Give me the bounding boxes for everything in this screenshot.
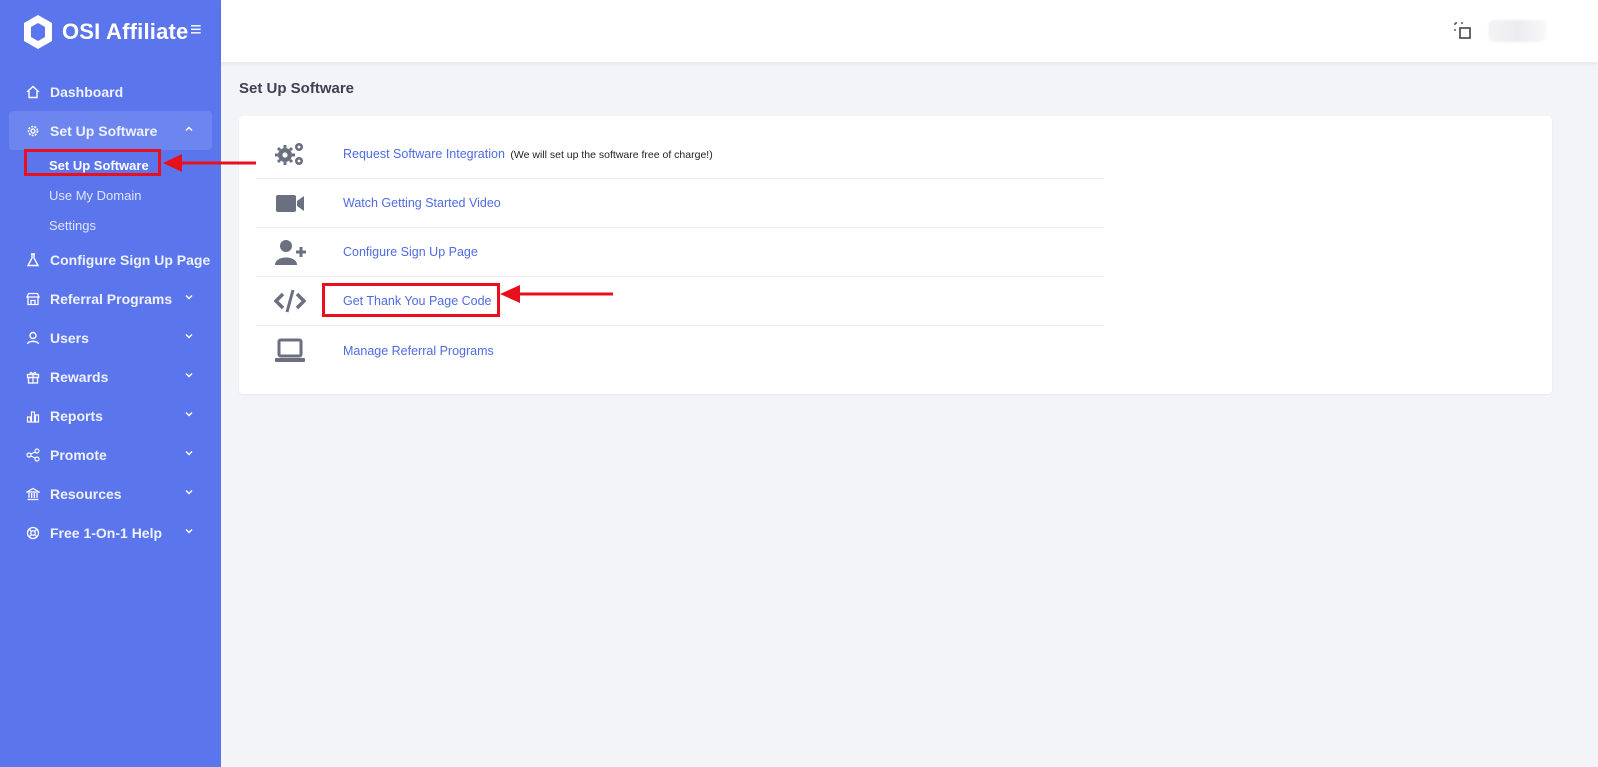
chevron-up-icon (185, 126, 193, 131)
fullscreen-icon[interactable] (1454, 22, 1472, 40)
home-icon (25, 84, 41, 100)
lifebuoy-icon (25, 525, 41, 541)
sidebar-item-resources[interactable]: Resources (0, 474, 221, 513)
setup-card: Request Software Integration (We will se… (239, 116, 1552, 394)
gears-icon (273, 139, 307, 169)
sidebar-item-label: Reports (50, 407, 103, 424)
sidebar-item-label: Set Up Software (50, 122, 158, 139)
sidebar-item-label: Configure Sign Up Page (50, 251, 211, 268)
annotation-arrow-icon (163, 154, 256, 172)
gift-icon (25, 369, 41, 385)
sidebar-item-dashboard[interactable]: Dashboard (0, 72, 221, 111)
configure-signup-link[interactable]: Configure Sign Up Page (343, 245, 478, 259)
chevron-down-icon (185, 373, 193, 378)
laptop-icon (273, 336, 307, 366)
brand-name: OSI Affiliate (62, 19, 189, 44)
manage-programs-link[interactable]: Manage Referral Programs (343, 344, 494, 358)
flask-icon (25, 252, 41, 268)
code-icon (273, 286, 307, 316)
sidebar-item-label: Promote (50, 446, 107, 463)
sidebar-item-configure-signup[interactable]: Configure Sign Up Page (0, 240, 221, 279)
list-item: Configure Sign Up Page (256, 228, 1104, 277)
list-item: Watch Getting Started Video (256, 179, 1104, 228)
video-camera-icon (273, 188, 307, 218)
sidebar-item-promote[interactable]: Promote (0, 435, 221, 474)
sidebar: OSI Affiliate ≡ Dashboard Set Up Softwar… (0, 0, 221, 767)
page-title: Set Up Software (239, 80, 355, 97)
store-icon (25, 291, 41, 307)
list-item: Request Software Integration (We will se… (256, 130, 1104, 179)
list-item: Manage Referral Programs (256, 326, 1104, 375)
annotation-highlight-box (322, 283, 500, 317)
chevron-down-icon (185, 451, 193, 456)
sidebar-item-label: Dashboard (50, 83, 124, 100)
sidebar-item-label: Resources (50, 485, 122, 502)
user-menu[interactable] (1488, 20, 1546, 42)
chevron-down-icon (185, 295, 193, 300)
sidebar-item-label: Free 1-On-1 Help (50, 524, 163, 541)
hamburger-menu-icon[interactable]: ≡ (190, 20, 208, 40)
chevron-down-icon (185, 529, 193, 534)
annotation-highlight-box (24, 149, 161, 176)
annotation-arrow-icon (500, 285, 613, 303)
sidebar-item-label: Rewards (50, 368, 109, 385)
bar-chart-icon (25, 408, 41, 424)
bank-icon (25, 486, 41, 502)
chevron-down-icon (185, 334, 193, 339)
sidebar-item-label: Referral Programs (50, 290, 173, 307)
sidebar-item-users[interactable]: Users (0, 318, 221, 357)
chevron-down-icon (185, 490, 193, 495)
integration-note: (We will set up the software free of cha… (510, 149, 713, 161)
request-integration-link[interactable]: Request Software Integration (We will se… (343, 147, 713, 161)
sidebar-subitem-use-my-domain[interactable]: Use My Domain (0, 180, 221, 210)
user-icon (25, 330, 41, 346)
user-plus-icon (273, 237, 307, 267)
link-text[interactable]: Request Software Integration (343, 147, 505, 161)
chevron-down-icon (185, 412, 193, 417)
sidebar-nav: Dashboard Set Up Software Set Up Softwar… (0, 72, 221, 552)
gear-icon (25, 123, 41, 139)
watch-video-link[interactable]: Watch Getting Started Video (343, 196, 501, 210)
sidebar-item-referral-programs[interactable]: Referral Programs (0, 279, 221, 318)
logo-icon (24, 15, 52, 49)
sidebar-item-label: Users (50, 329, 89, 346)
sidebar-subitem-settings[interactable]: Settings (0, 210, 221, 240)
sidebar-item-help[interactable]: Free 1-On-1 Help (0, 513, 221, 552)
share-icon (25, 447, 41, 463)
sidebar-item-setup-software[interactable]: Set Up Software (9, 111, 212, 150)
sidebar-item-rewards[interactable]: Rewards (0, 357, 221, 396)
sidebar-item-reports[interactable]: Reports (0, 396, 221, 435)
topbar (221, 0, 1598, 62)
brand[interactable]: OSI Affiliate (22, 14, 188, 50)
